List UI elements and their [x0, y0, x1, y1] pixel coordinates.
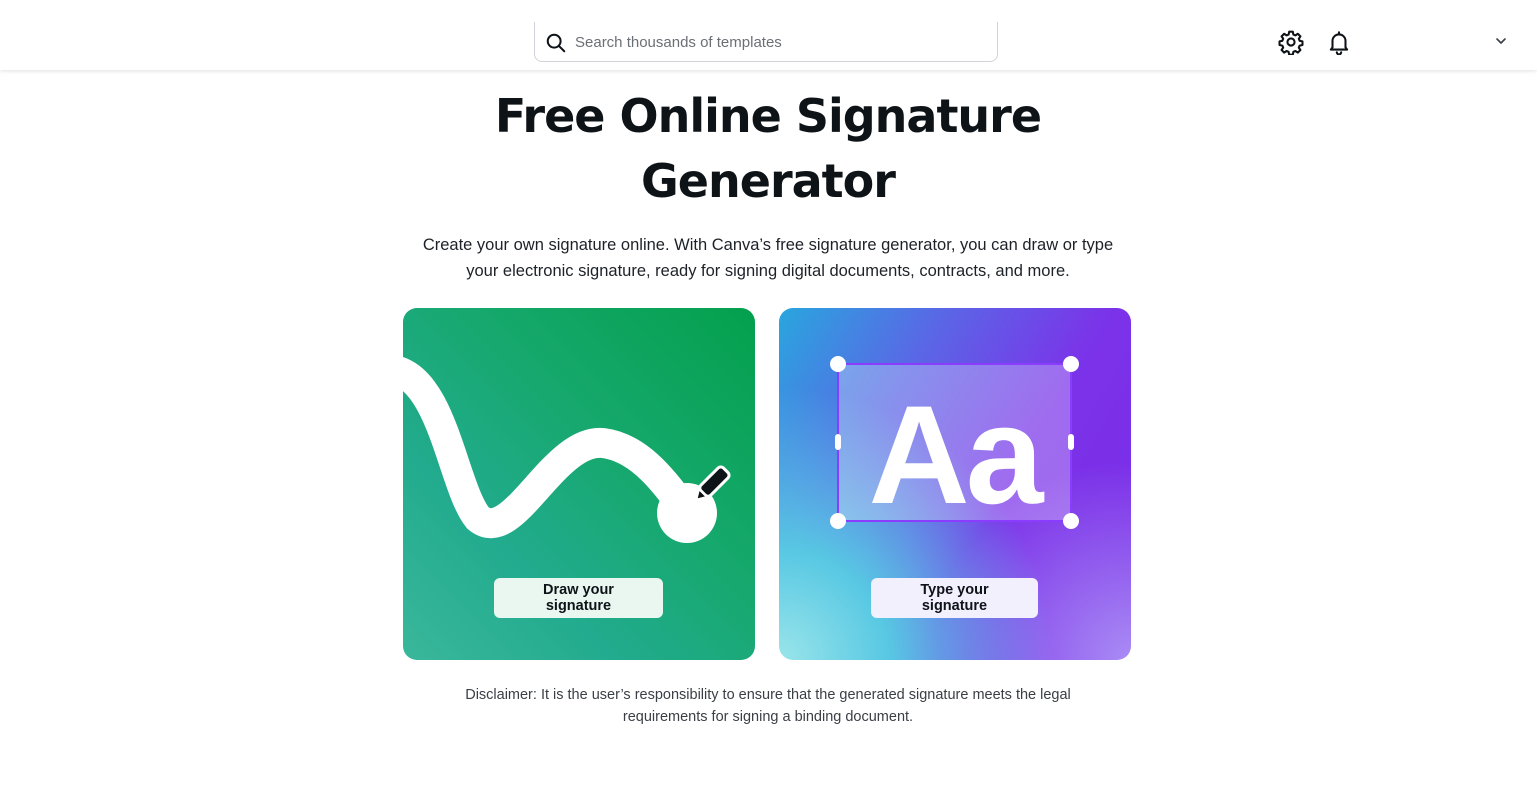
side-handle [835, 434, 841, 450]
resize-handle [830, 513, 846, 529]
page-subtitle: Create your own signature online. With C… [380, 232, 1156, 284]
search-input[interactable] [575, 28, 985, 56]
side-handle [1068, 434, 1074, 450]
chevron-down-icon[interactable] [1494, 36, 1508, 46]
draw-your-signature-button[interactable]: Draw your signature [494, 578, 663, 618]
disclaimer: Disclaimer: It is the user’s responsibil… [430, 684, 1106, 728]
resize-handle [1063, 513, 1079, 529]
page-title-line-1: Free Online Signature [494, 89, 1042, 143]
type-your-signature-button[interactable]: Type your signature [871, 578, 1038, 618]
notifications-button[interactable] [1326, 29, 1352, 56]
search-icon [546, 33, 566, 53]
disclaimer-line-2: requirements for signing a binding docum… [622, 709, 914, 725]
type-signature-card[interactable]: Aa Type your signature [779, 308, 1131, 660]
disclaimer-line-1: Disclaimer: It is the user’s responsibil… [465, 687, 1071, 703]
resize-handle [830, 356, 846, 372]
resize-handle [1063, 356, 1079, 372]
top-bar [0, 0, 1537, 70]
gear-icon [1278, 30, 1304, 56]
search-box[interactable] [534, 22, 998, 62]
type-sample-glyph: Aa [869, 376, 1045, 533]
page-title: Free Online Signature Generator [368, 84, 1168, 214]
settings-button[interactable] [1278, 29, 1304, 56]
subtitle-line-1: Create your own signature online. With C… [422, 236, 1114, 254]
subtitle-line-2: your electronic signature, ready for sig… [466, 262, 1070, 280]
page-title-line-2: Generator [641, 154, 896, 208]
draw-signature-card[interactable]: Draw your signature [403, 308, 755, 660]
bell-icon [1329, 31, 1349, 56]
